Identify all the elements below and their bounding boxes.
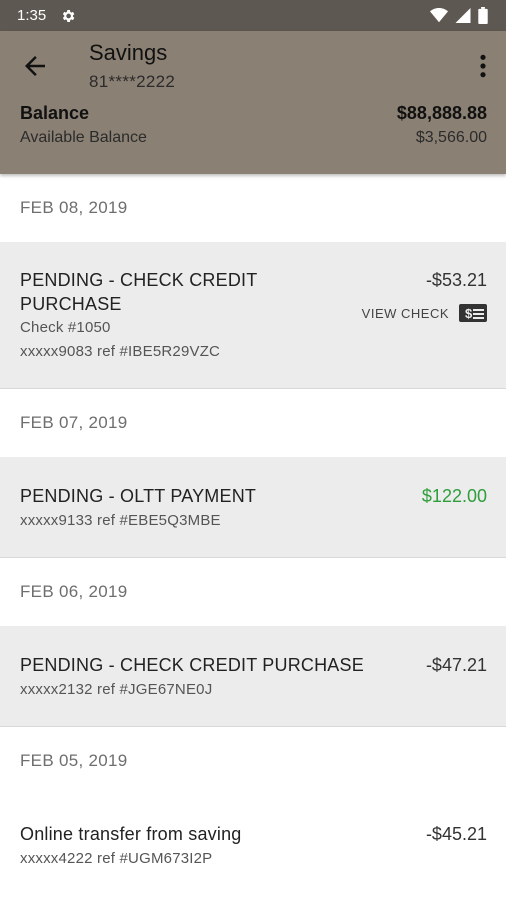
signal-icon	[455, 8, 471, 23]
transaction-amount: -$47.21	[425, 655, 487, 675]
transaction-reference: xxxxx4222 ref #UGM673I2P	[20, 850, 213, 867]
available-balance-label: Available Balance	[20, 129, 147, 146]
more-vert-icon[interactable]	[478, 53, 488, 79]
transaction-check-number: Check #1050	[20, 319, 111, 336]
account-number: 81****2222	[89, 72, 176, 91]
clock: 1:35	[17, 7, 47, 24]
transaction-reference: xxxxx2132 ref #JGE67NE0J	[20, 681, 213, 698]
page-title: Savings	[89, 40, 168, 65]
transaction-amount: $122.00	[421, 486, 487, 506]
transaction-amount: -$45.21	[425, 824, 487, 844]
back-arrow-icon[interactable]	[20, 51, 50, 81]
transaction-row[interactable]: Online transfer from saving xxxxx4222 re…	[0, 795, 506, 895]
gear-icon	[63, 9, 75, 22]
transaction-description: PENDING - CHECK CREDIT PURCHASE	[20, 655, 364, 675]
balance-value: $88,888.88	[396, 103, 487, 123]
transaction-amount: -$53.21	[425, 270, 487, 290]
transaction-description: PENDING - CHECK CREDIT PURCHASE	[20, 270, 258, 314]
date-header: FEB 06, 2019	[0, 558, 506, 626]
balance-label: Balance	[20, 103, 90, 123]
transaction-description: PENDING - OLTT PAYMENT	[20, 486, 257, 506]
available-balance-value: $3,566.00	[415, 129, 487, 146]
transaction-reference: xxxxx9083 ref #IBE5R29VZC	[20, 343, 221, 360]
transaction-reference: xxxxx9133 ref #EBE5Q3MBE	[20, 512, 221, 529]
account-header: Savings 81****2222 Balance $88,888.88 Av…	[0, 31, 506, 174]
date-header: FEB 08, 2019	[0, 174, 506, 242]
battery-icon	[478, 7, 488, 24]
svg-text:$: $	[465, 306, 473, 321]
status-bar: 1:35	[0, 0, 506, 31]
view-check-label: VIEW CHECK	[361, 305, 449, 321]
view-check-button[interactable]: VIEW CHECK $	[362, 304, 487, 322]
date-header: FEB 05, 2019	[0, 727, 506, 795]
transaction-row[interactable]: PENDING - CHECK CREDIT PURCHASE Check #1…	[0, 242, 506, 389]
wifi-icon	[430, 8, 448, 23]
check-image-icon: $	[459, 304, 487, 322]
transaction-description: Online transfer from saving	[20, 824, 242, 844]
transaction-row[interactable]: PENDING - CHECK CREDIT PURCHASE xxxxx213…	[0, 626, 506, 727]
date-header: FEB 07, 2019	[0, 389, 506, 457]
transaction-row[interactable]: PENDING - OLTT PAYMENT xxxxx9133 ref #EB…	[0, 457, 506, 558]
